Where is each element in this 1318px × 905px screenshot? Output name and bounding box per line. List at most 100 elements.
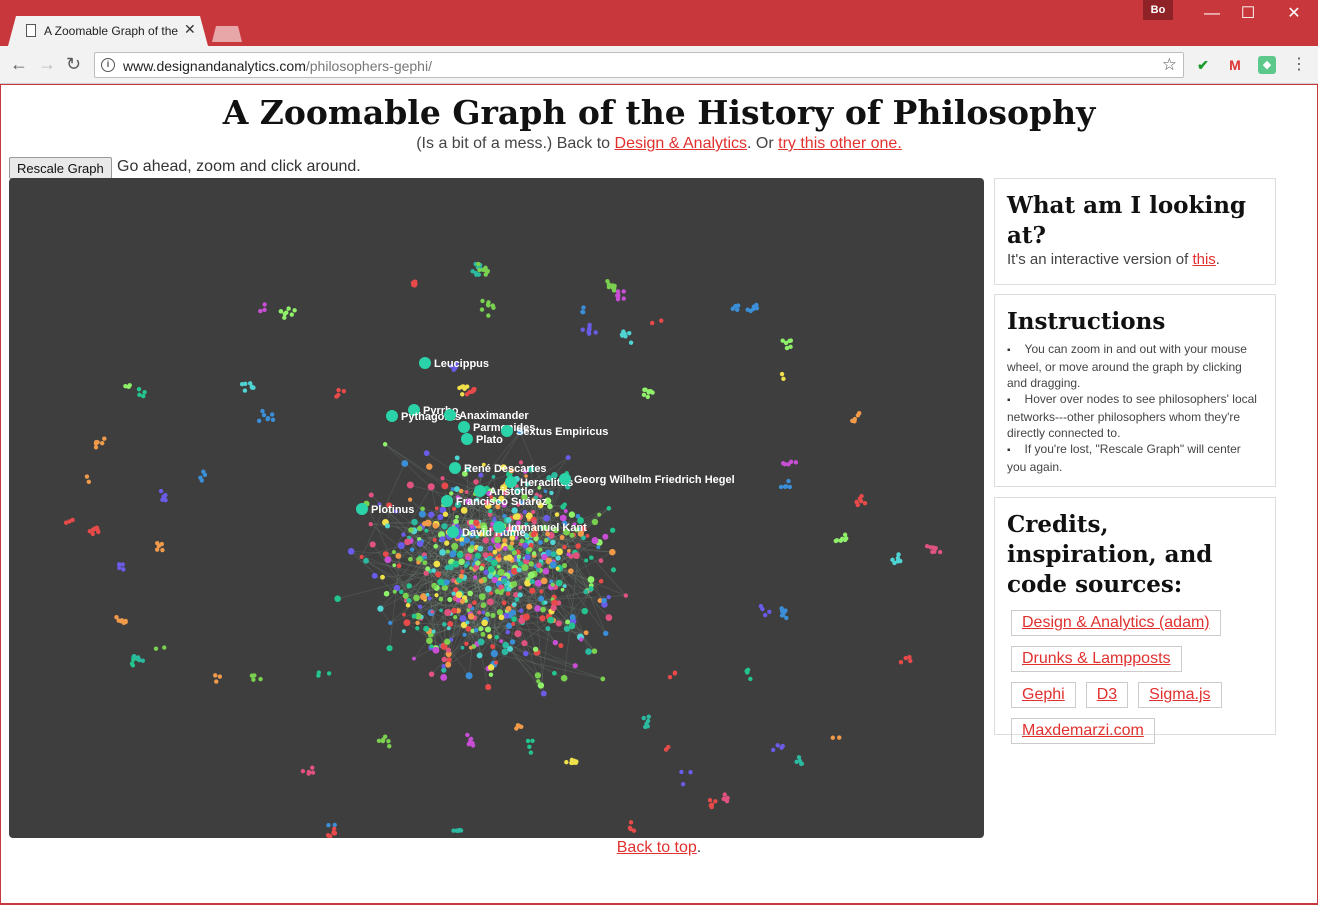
graph-node[interactable] <box>199 478 204 483</box>
graph-node[interactable] <box>529 587 536 594</box>
graph-node[interactable] <box>509 541 515 546</box>
graph-node[interactable] <box>404 538 411 546</box>
philosopher-node[interactable] <box>461 433 473 445</box>
graph-node[interactable] <box>406 597 412 604</box>
graph-node[interactable] <box>332 822 337 828</box>
graph-node[interactable] <box>550 582 555 587</box>
graph-node[interactable] <box>895 555 901 561</box>
graph-node[interactable] <box>411 282 417 287</box>
graph-node[interactable] <box>569 757 575 763</box>
graph-node[interactable] <box>621 296 626 301</box>
graph-node[interactable] <box>483 265 488 270</box>
graph-node[interactable] <box>434 593 439 598</box>
profile-badge[interactable]: Bo <box>1143 0 1173 20</box>
graph-node[interactable] <box>551 670 557 676</box>
graph-node[interactable] <box>408 556 413 562</box>
graph-node[interactable] <box>751 306 756 312</box>
graph-node[interactable] <box>262 307 267 313</box>
graph-node[interactable] <box>442 511 449 517</box>
graph-node[interactable] <box>771 747 776 753</box>
graph-node[interactable] <box>155 540 160 546</box>
graph-node[interactable] <box>439 536 446 543</box>
graph-node[interactable] <box>862 501 868 506</box>
graph-node[interactable] <box>552 639 559 646</box>
graph-node[interactable] <box>550 539 556 546</box>
graph-node[interactable] <box>543 514 550 522</box>
credit-link-sigmajs[interactable]: Sigma.js <box>1138 682 1222 708</box>
philosopher-label[interactable]: Plotinus <box>371 504 414 516</box>
graph-node[interactable] <box>465 732 470 738</box>
graph-node[interactable] <box>796 755 802 760</box>
graph-node[interactable] <box>459 598 465 604</box>
graph-node[interactable] <box>511 602 517 607</box>
graph-node[interactable] <box>837 735 842 740</box>
reload-icon[interactable]: ↻ <box>66 54 81 74</box>
graph-node[interactable] <box>487 565 495 573</box>
graph-node[interactable] <box>334 595 341 602</box>
graph-node[interactable] <box>391 549 397 555</box>
graph-node[interactable] <box>381 737 386 742</box>
graph-node[interactable] <box>528 561 534 567</box>
graph-node[interactable] <box>534 672 542 679</box>
philosopher-node[interactable] <box>447 526 459 538</box>
graph-node[interactable] <box>441 664 446 669</box>
graph-node[interactable] <box>709 802 715 807</box>
graph-node[interactable] <box>480 298 485 304</box>
graph-node[interactable] <box>484 626 492 633</box>
graph-node[interactable] <box>473 479 479 485</box>
graph-node[interactable] <box>556 548 563 556</box>
graph-node[interactable] <box>427 483 435 491</box>
graph-node[interactable] <box>527 744 532 750</box>
graph-node[interactable] <box>162 645 167 650</box>
graph-node[interactable] <box>472 600 477 606</box>
graph-node[interactable] <box>464 490 469 494</box>
graph-node[interactable] <box>445 661 452 668</box>
graph-node[interactable] <box>425 592 430 597</box>
credit-link-design-analytics[interactable]: Design & Analytics (adam) <box>1011 610 1221 636</box>
graph-node[interactable] <box>451 542 459 550</box>
graph-node[interactable] <box>90 527 96 532</box>
graph-node[interactable] <box>415 620 420 626</box>
graph-node[interactable] <box>781 376 786 382</box>
graph-node[interactable] <box>490 650 498 658</box>
graph-node[interactable] <box>401 532 406 537</box>
graph-node[interactable] <box>465 620 470 625</box>
philosopher-label[interactable]: René Descartes <box>464 463 547 475</box>
graph-node[interactable] <box>478 626 484 632</box>
philosopher-node[interactable] <box>458 421 470 433</box>
graph-node[interactable] <box>473 575 478 580</box>
graph-node[interactable] <box>562 502 567 507</box>
graph-node[interactable] <box>127 383 132 388</box>
graph-node[interactable] <box>286 306 291 311</box>
graph-node[interactable] <box>326 671 332 676</box>
back-arrow-icon[interactable]: ← <box>10 54 28 74</box>
graph-node[interactable] <box>650 390 655 395</box>
graph-svg[interactable]: LeucippusPyrrhoPythagorasAnaximanderParm… <box>9 178 984 838</box>
graph-node[interactable] <box>440 476 445 481</box>
graph-node[interactable] <box>485 302 491 307</box>
graph-node[interactable] <box>680 781 686 787</box>
graph-node[interactable] <box>525 738 531 744</box>
graph-node[interactable] <box>412 656 416 661</box>
graph-node[interactable] <box>666 744 671 750</box>
graph-node[interactable] <box>399 589 404 595</box>
graph-node[interactable] <box>406 583 412 589</box>
graph-node[interactable] <box>529 578 535 585</box>
credit-link-maxdemarzi[interactable]: Maxdemarzi.com <box>1011 718 1155 744</box>
graph-node[interactable] <box>382 442 388 447</box>
graph-node[interactable] <box>679 769 684 775</box>
graph-node[interactable] <box>476 261 481 267</box>
graph-node[interactable] <box>559 514 567 522</box>
graph-node[interactable] <box>402 612 406 617</box>
graph-node[interactable] <box>932 549 937 554</box>
graph-node[interactable] <box>784 345 790 351</box>
graph-node[interactable] <box>213 673 218 678</box>
graph-node[interactable] <box>549 561 557 569</box>
graph-node[interactable] <box>416 525 423 532</box>
graph-node[interactable] <box>163 492 168 498</box>
graph-node[interactable] <box>589 555 594 560</box>
graph-node[interactable] <box>596 545 601 550</box>
graph-node[interactable] <box>385 523 390 529</box>
graph-node[interactable] <box>415 626 420 631</box>
graph-node[interactable] <box>540 577 548 585</box>
